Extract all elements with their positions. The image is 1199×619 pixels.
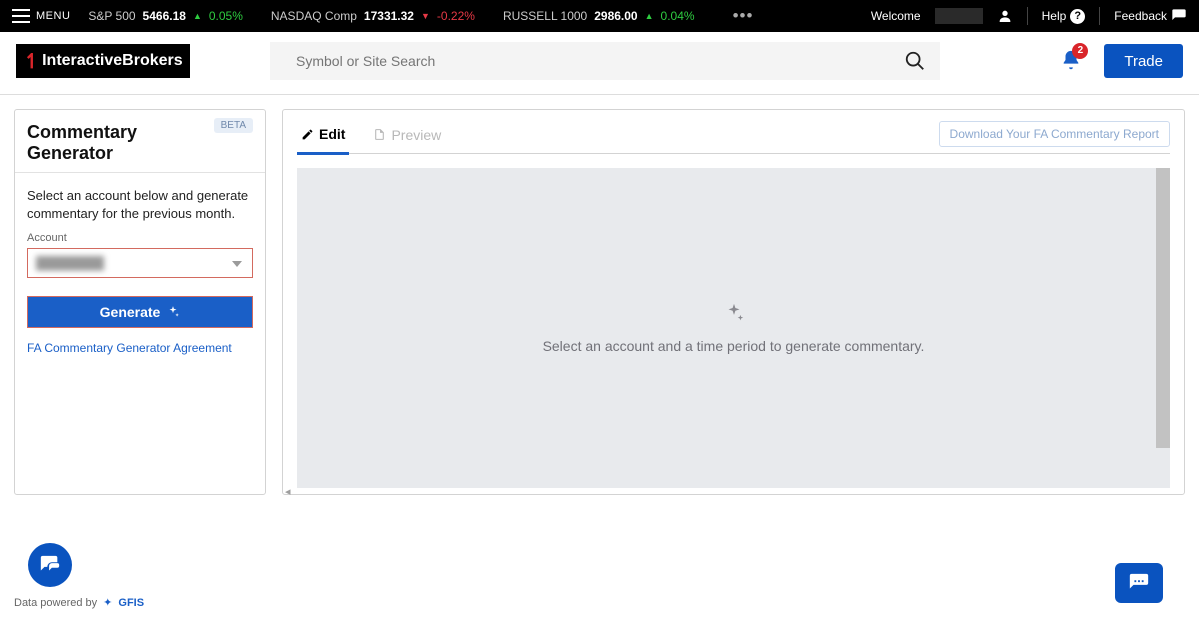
gfis-dot-icon: ✦ — [103, 596, 112, 609]
ticker-price: 17331.32 — [364, 9, 414, 23]
tab-edit-label: Edit — [319, 126, 345, 142]
account-selected-value: ████████ — [36, 256, 104, 270]
powered-by-label: Data powered by — [14, 597, 97, 609]
download-report-button[interactable]: Download Your FA Commentary Report — [939, 121, 1170, 147]
ticker-name: S&P 500 — [88, 9, 135, 23]
ticker-price: 5466.18 — [143, 9, 186, 23]
logo-text-2: Brokers — [122, 52, 182, 70]
main-menu-button[interactable]: MENU — [12, 9, 70, 23]
scrollbar-horizontal-arrow[interactable]: ◂ — [285, 485, 291, 498]
ticker-item[interactable]: RUSSELL 1000 2986.00 ▲ 0.04% — [503, 9, 695, 23]
logo-arc-icon: ↿ — [23, 49, 40, 74]
search-icon[interactable] — [904, 50, 926, 72]
ticker-name: RUSSELL 1000 — [503, 9, 587, 23]
ticker-price: 2986.00 — [594, 9, 637, 23]
help-icon: ? — [1070, 9, 1085, 24]
chat-fab-right[interactable] — [1115, 563, 1163, 603]
menu-label: MENU — [36, 10, 70, 22]
agreement-link[interactable]: FA Commentary Generator Agreement — [27, 341, 232, 355]
feedback-link[interactable]: Feedback — [1114, 8, 1187, 24]
tab-preview-label: Preview — [391, 127, 441, 143]
ticker-change: -0.22% — [437, 9, 475, 23]
commentary-sidebar: Commentary Generator BETA Select an acco… — [14, 109, 266, 495]
notification-badge: 2 — [1072, 43, 1088, 59]
sparkle-icon — [166, 305, 180, 319]
tab-edit[interactable]: Edit — [297, 120, 349, 155]
header-row: ↿ InteractiveBrokers 2 Trade — [0, 32, 1199, 95]
content-panel: Edit Preview Download Your FA Commentary… — [282, 109, 1185, 495]
chat-bubble-icon — [39, 554, 61, 576]
divider — [1099, 7, 1100, 25]
username-redacted — [935, 8, 983, 24]
ticker-item[interactable]: NASDAQ Comp 17331.32 ▼ -0.22% — [271, 9, 475, 23]
account-label: Account — [27, 232, 253, 244]
sparkle-placeholder-icon — [723, 302, 745, 324]
ticker-arrow-up-icon: ▲ — [645, 11, 654, 21]
gfis-logo[interactable]: GFIS — [118, 597, 144, 609]
ticker-strip: S&P 500 5466.18 ▲ 0.05% NASDAQ Comp 1733… — [88, 6, 870, 26]
sidebar-body: Select an account below and generate com… — [15, 173, 265, 367]
empty-state-message: Select an account and a time period to g… — [543, 338, 925, 354]
tab-preview: Preview — [369, 121, 445, 153]
document-icon — [373, 128, 386, 141]
hamburger-icon — [12, 9, 30, 23]
ticker-arrow-up-icon: ▲ — [193, 11, 202, 21]
main-layout: Commentary Generator BETA Select an acco… — [0, 95, 1199, 495]
more-tickers-button[interactable]: ••• — [733, 6, 754, 26]
scrollbar-vertical[interactable] — [1156, 168, 1170, 448]
topbar-right: Welcome Help ? Feedback — [871, 7, 1187, 25]
trade-button[interactable]: Trade — [1104, 44, 1183, 78]
ticker-item[interactable]: S&P 500 5466.18 ▲ 0.05% — [88, 9, 243, 23]
generate-label: Generate — [100, 304, 161, 320]
welcome-label: Welcome — [871, 9, 921, 23]
help-label: Help — [1042, 9, 1067, 23]
sidebar-header: Commentary Generator BETA — [15, 110, 265, 173]
help-link[interactable]: Help ? — [1042, 9, 1086, 24]
top-ticker-bar: MENU S&P 500 5466.18 ▲ 0.05% NASDAQ Comp… — [0, 0, 1199, 32]
tabs-row: Edit Preview Download Your FA Commentary… — [297, 120, 1170, 154]
logo-text-1: Interactive — [42, 52, 122, 70]
user-icon[interactable] — [997, 8, 1013, 24]
notifications-button[interactable]: 2 — [1060, 49, 1082, 74]
chat-fab-left[interactable] — [28, 543, 72, 587]
ticker-change: 0.05% — [209, 9, 243, 23]
search-input[interactable] — [270, 42, 940, 80]
brand-logo[interactable]: ↿ InteractiveBrokers — [16, 44, 190, 78]
search-wrapper — [270, 42, 940, 80]
sidebar-description: Select an account below and generate com… — [27, 187, 253, 222]
footer: Data powered by ✦ GFIS — [14, 596, 144, 609]
generate-button[interactable]: Generate — [27, 296, 253, 328]
sidebar-title: Commentary Generator — [27, 122, 208, 164]
feedback-label: Feedback — [1114, 9, 1167, 23]
feedback-icon — [1171, 8, 1187, 24]
preview-area: Select an account and a time period to g… — [297, 168, 1170, 488]
ticker-name: NASDAQ Comp — [271, 9, 357, 23]
ticker-arrow-down-icon: ▼ — [421, 11, 430, 21]
beta-badge: BETA — [214, 118, 253, 133]
divider — [1027, 7, 1028, 25]
pencil-icon — [301, 128, 314, 141]
ticker-change: 0.04% — [661, 9, 695, 23]
message-icon — [1128, 572, 1150, 594]
account-select[interactable]: ████████ — [27, 248, 253, 278]
